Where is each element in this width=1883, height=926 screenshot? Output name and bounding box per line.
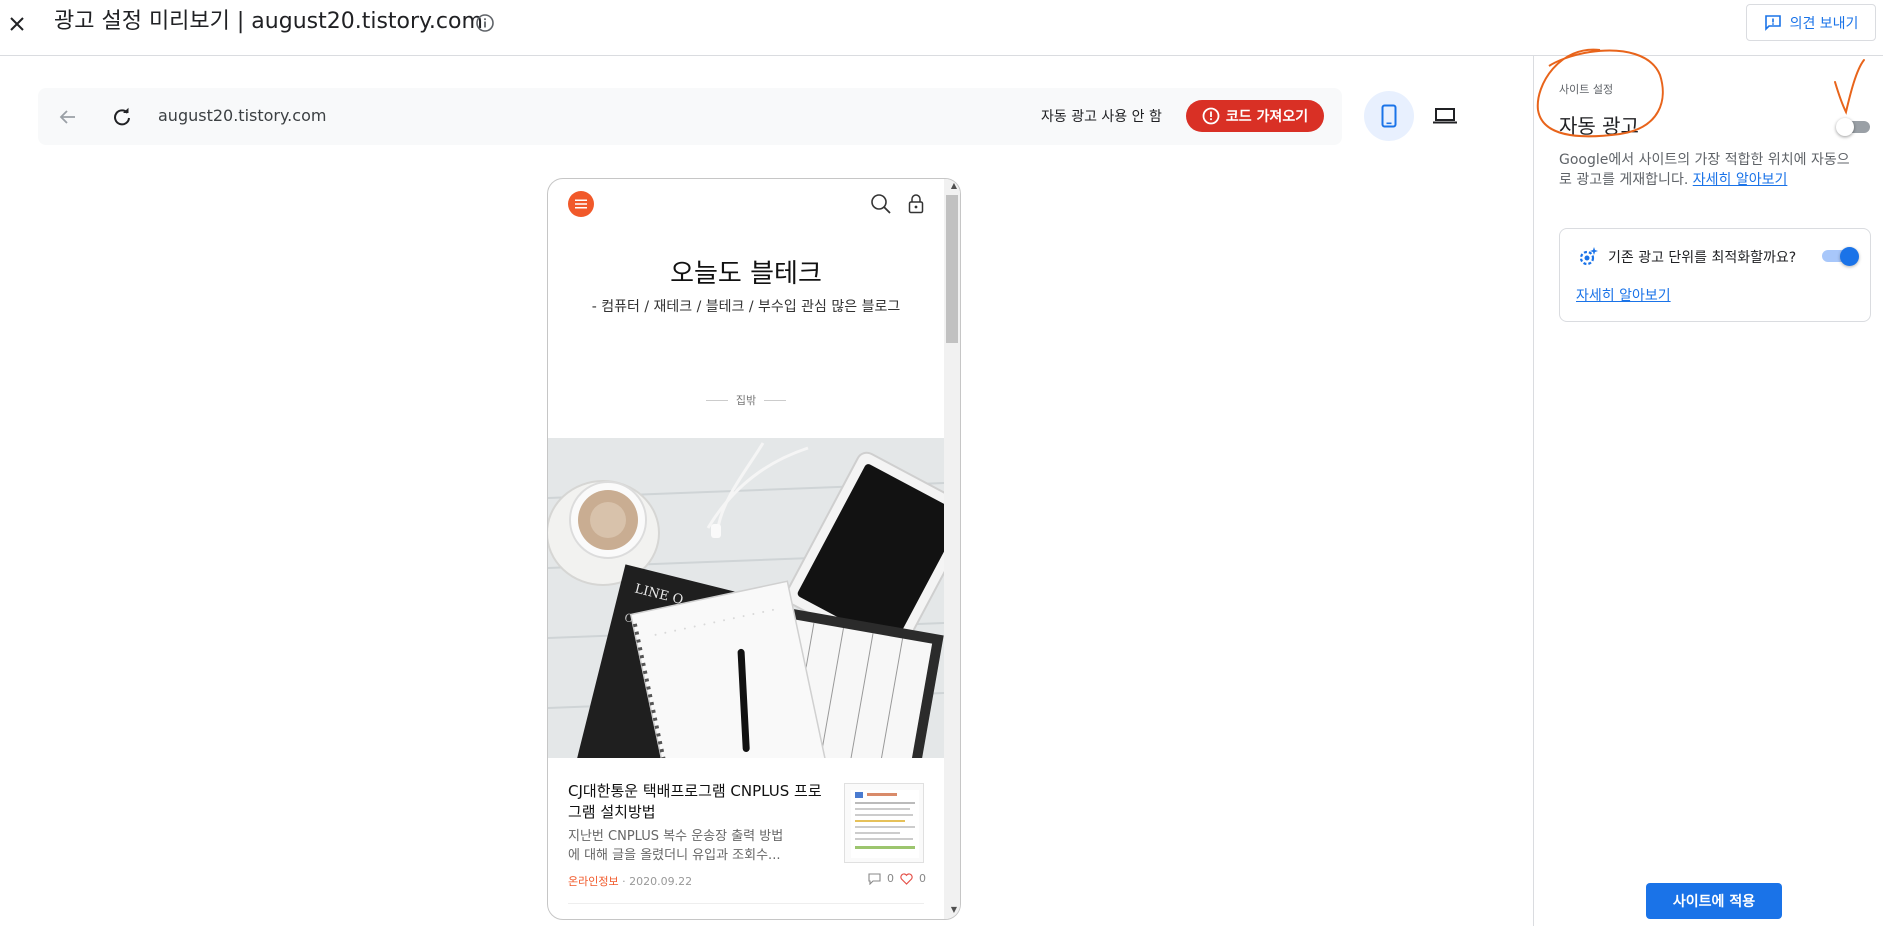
learn-more-link[interactable]: 자세히 알아보기 — [1693, 172, 1788, 188]
blog-category-header: 집밖 — [548, 392, 944, 408]
scroll-thumb[interactable] — [946, 195, 958, 343]
preview-scrollbar[interactable]: ▲ ▼ — [944, 179, 960, 919]
get-code-label: 코드 가져오기 — [1225, 109, 1309, 125]
error-icon — [1202, 107, 1220, 125]
close-button[interactable] — [2, 9, 32, 39]
scroll-up-icon[interactable]: ▲ — [951, 181, 957, 190]
blog-page: 오늘도 블테크 - 컴퓨터 / 재테크 / 블테크 / 부수입 관심 많은 블로… — [548, 179, 944, 919]
blog-login-button[interactable] — [905, 191, 927, 217]
feedback-label: 의견 보내기 — [1789, 15, 1859, 32]
toggle-knob — [1840, 247, 1859, 266]
lock-icon — [908, 194, 924, 214]
get-code-button[interactable]: 코드 가져오기 — [1186, 100, 1324, 132]
divider — [705, 399, 728, 401]
post-category[interactable]: 온라인정보 — [568, 875, 619, 888]
blog-category-label: 집밖 — [735, 394, 757, 407]
preview-browser-bar: august20.tistory.com 자동 광고 사용 안 함 코드 가져오… — [38, 88, 1342, 145]
menu-icon — [575, 199, 587, 209]
info-icon[interactable] — [474, 12, 496, 34]
autoads-label: 자동 광고 — [1559, 114, 1639, 138]
page-title: 광고 설정 미리보기 | august20.tistory.com — [54, 9, 483, 34]
blog-title[interactable]: 오늘도 블테크 — [548, 253, 944, 290]
arrow-back-icon — [59, 110, 75, 124]
autoads-status-text: 자동 광고 사용 안 함 — [1041, 109, 1162, 125]
post-title[interactable]: CJ대한통운 택배프로그램 CNPLUS 프로그램 설치방법 — [568, 781, 828, 823]
optimize-existing-units-card: 기존 광고 단위를 최적화할까요? 자세히 알아보기 — [1559, 228, 1871, 322]
search-icon — [871, 194, 891, 214]
blog-description: - 컴퓨터 / 재테크 / 블테크 / 부수입 관심 많은 블로그 — [591, 299, 901, 315]
blog-menu-button[interactable] — [568, 191, 594, 217]
post-excerpt: 지난번 CNPLUS 복수 운송장 출력 방법 에 대해 글을 올렸더니 유입과… — [568, 829, 784, 863]
feedback-icon — [1764, 14, 1781, 31]
featured-post-image[interactable]: LINE O CHATE — [548, 438, 944, 758]
mobile-view-button[interactable] — [1364, 91, 1414, 141]
apply-to-site-button[interactable]: 사이트에 적용 — [1646, 883, 1782, 919]
feedback-button[interactable]: 의견 보내기 — [1746, 4, 1876, 41]
reload-button[interactable] — [107, 102, 137, 132]
heart-icon — [900, 872, 913, 885]
mobile-preview-frame[interactable]: 오늘도 블테크 - 컴퓨터 / 재테크 / 블테크 / 부수입 관심 많은 블로… — [547, 178, 961, 920]
site-settings-panel: 사이트 설정 자동 광고 Google에서 사이트의 가장 적합한 위치에 자동… — [1533, 56, 1883, 926]
preview-url: august20.tistory.com — [158, 106, 327, 125]
divider — [568, 903, 924, 904]
optimize-icon — [1576, 245, 1600, 269]
laptop-icon — [1433, 108, 1457, 124]
optimize-question: 기존 광고 단위를 최적화할까요? — [1608, 250, 1797, 266]
divider — [764, 399, 787, 401]
reload-icon — [114, 107, 130, 126]
comment-count: 0 — [887, 872, 894, 885]
blog-search-button[interactable] — [868, 191, 894, 217]
post-counts: 0 0 — [868, 872, 926, 885]
desktop-view-button[interactable] — [1420, 91, 1470, 141]
optimize-learn-more-link[interactable]: 자세히 알아보기 — [1576, 285, 1671, 305]
close-icon — [10, 17, 24, 31]
smartphone-icon — [1381, 104, 1397, 128]
like-count: 0 — [919, 872, 926, 885]
post-meta: 온라인정보 · 2020.09.22 — [568, 873, 692, 889]
scroll-down-icon[interactable]: ▼ — [951, 905, 957, 914]
section-label: 사이트 설정 — [1559, 83, 1614, 96]
autoads-toggle[interactable] — [1836, 116, 1872, 136]
comment-icon — [868, 872, 881, 885]
toggle-knob — [1836, 118, 1854, 136]
post-thumbnail[interactable] — [844, 783, 924, 863]
post-date: · 2020.09.22 — [622, 875, 693, 888]
optimize-toggle[interactable] — [1822, 245, 1860, 267]
top-header: 광고 설정 미리보기 | august20.tistory.com 의견 보내기 — [0, 0, 1883, 56]
back-button[interactable] — [53, 102, 83, 132]
autoads-description: Google에서 사이트의 가장 적합한 위치에 자동으로 광고를 게재합니다.… — [1559, 150, 1859, 190]
